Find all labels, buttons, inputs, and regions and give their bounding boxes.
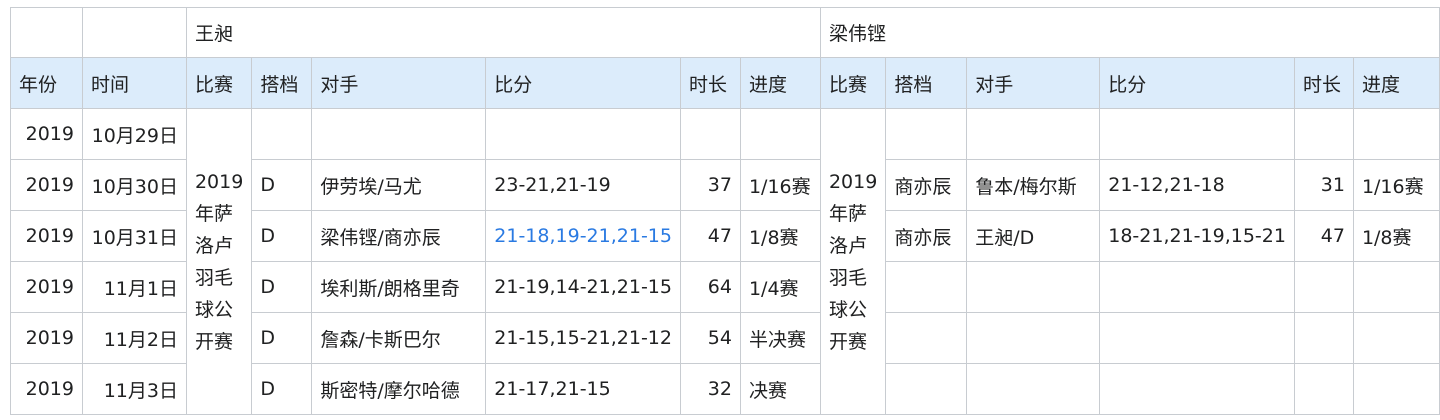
score-cell: 21-17,21-15 [485, 363, 681, 415]
opponent-cell: 詹森/卡斯巴尔 [311, 312, 487, 364]
col-header-partner: 搭档 [885, 57, 968, 109]
partner-cell: 商亦辰 [885, 210, 968, 262]
score-link[interactable]: 21-18,19-21,21-15 [485, 210, 681, 262]
col-header-duration: 时长 [1293, 57, 1354, 109]
col-header-progress: 进度 [739, 57, 821, 109]
partner-cell: D [251, 363, 313, 415]
event-name-cell-1: 2019 年萨 洛卢 羽毛 球公 开赛 [185, 108, 253, 415]
score-cell [1099, 363, 1295, 415]
year-cell: 2019 [10, 312, 83, 364]
progress-cell: 1/8赛 [1352, 210, 1440, 262]
score-cell: 21-15,15-21,21-12 [485, 312, 681, 364]
player-name-2: 梁伟铿 [819, 7, 1440, 58]
score-cell: 23-21,21-19 [485, 159, 681, 211]
duration-cell: 32 [679, 363, 741, 415]
opponent-cell [966, 108, 1101, 160]
opponent-cell: 伊劳埃/马尤 [311, 159, 487, 211]
progress-cell [1352, 312, 1440, 364]
duration-cell: 47 [679, 210, 741, 262]
partner-cell [251, 108, 313, 160]
duration-cell: 31 [1293, 159, 1354, 211]
opponent-cell: 斯密特/摩尔哈德 [311, 363, 487, 415]
opponent-cell [966, 363, 1101, 415]
score-cell: 21-19,14-21,21-15 [485, 261, 681, 313]
opponent-cell [966, 312, 1101, 364]
partner-cell [885, 261, 968, 313]
year-cell: 2019 [10, 159, 83, 211]
partner-cell: D [251, 261, 313, 313]
col-header-score: 比分 [485, 57, 681, 109]
opponent-cell: 鲁本/梅尔斯 [966, 159, 1101, 211]
player-header-row: 王昶 梁伟铿 [10, 7, 1440, 58]
opponent-cell: 埃利斯/朗格里奇 [311, 261, 487, 313]
col-header-progress: 进度 [1352, 57, 1440, 109]
match-schedule-table: 王昶 梁伟铿 年份 时间 比赛 搭档 对手 比分 时长 进度 比赛 搭档 对手 … [10, 7, 1440, 415]
year-cell: 2019 [10, 210, 83, 262]
progress-cell: 1/16赛 [739, 159, 821, 211]
duration-cell [1293, 363, 1354, 415]
year-cell: 2019 [10, 108, 83, 160]
duration-cell [1293, 108, 1354, 160]
year-cell: 2019 [10, 261, 83, 313]
opponent-cell [966, 261, 1101, 313]
player-name-1: 王昶 [185, 7, 821, 58]
col-header-match: 比赛 [185, 57, 253, 109]
opponent-cell [311, 108, 487, 160]
date-cell: 10月29日 [81, 108, 187, 160]
blank-cell [81, 7, 187, 58]
col-header-duration: 时长 [679, 57, 741, 109]
date-cell: 10月31日 [81, 210, 187, 262]
progress-cell: 1/16赛 [1352, 159, 1440, 211]
score-cell [485, 108, 681, 160]
date-cell: 10月30日 [81, 159, 187, 211]
duration-cell [1293, 312, 1354, 364]
date-cell: 11月3日 [81, 363, 187, 415]
score-cell [1099, 108, 1295, 160]
score-cell: 21-12,21-18 [1099, 159, 1295, 211]
partner-cell: 商亦辰 [885, 159, 968, 211]
score-cell [1099, 261, 1295, 313]
progress-cell: 1/4赛 [739, 261, 821, 313]
partner-cell: D [251, 312, 313, 364]
year-cell: 2019 [10, 363, 83, 415]
duration-cell: 37 [679, 159, 741, 211]
score-cell [1099, 312, 1295, 364]
progress-cell [739, 108, 821, 160]
duration-cell: 47 [1293, 210, 1354, 262]
progress-cell: 决赛 [739, 363, 821, 415]
opponent-cell: 王昶/D [966, 210, 1101, 262]
col-header-partner: 搭档 [251, 57, 313, 109]
col-header-opponent: 对手 [966, 57, 1101, 109]
progress-cell: 半决赛 [739, 312, 821, 364]
date-cell: 11月1日 [81, 261, 187, 313]
score-cell: 18-21,21-19,15-21 [1099, 210, 1295, 262]
partner-cell [885, 363, 968, 415]
duration-cell: 64 [679, 261, 741, 313]
table-row: 2019 10月29日 2019 年萨 洛卢 羽毛 球公 开赛 2019 年萨 … [10, 108, 1440, 415]
progress-cell: 1/8赛 [739, 210, 821, 262]
progress-cell [1352, 108, 1440, 160]
event-name-cell-2: 2019 年萨 洛卢 羽毛 球公 开赛 [819, 108, 887, 415]
col-header-time: 时间 [81, 57, 187, 109]
partner-cell [885, 312, 968, 364]
blank-cell [10, 7, 83, 58]
partner-cell: D [251, 159, 313, 211]
duration-cell [1293, 261, 1354, 313]
partner-cell: D [251, 210, 313, 262]
partner-cell [885, 108, 968, 160]
column-header-row: 年份 时间 比赛 搭档 对手 比分 时长 进度 比赛 搭档 对手 比分 时长 进… [10, 57, 1440, 109]
col-header-opponent: 对手 [311, 57, 487, 109]
duration-cell [679, 108, 741, 160]
date-cell: 11月2日 [81, 312, 187, 364]
duration-cell: 54 [679, 312, 741, 364]
col-header-match: 比赛 [819, 57, 887, 109]
progress-cell [1352, 363, 1440, 415]
progress-cell [1352, 261, 1440, 313]
col-header-score: 比分 [1099, 57, 1295, 109]
col-header-year: 年份 [10, 57, 83, 109]
opponent-cell: 梁伟铿/商亦辰 [311, 210, 487, 262]
